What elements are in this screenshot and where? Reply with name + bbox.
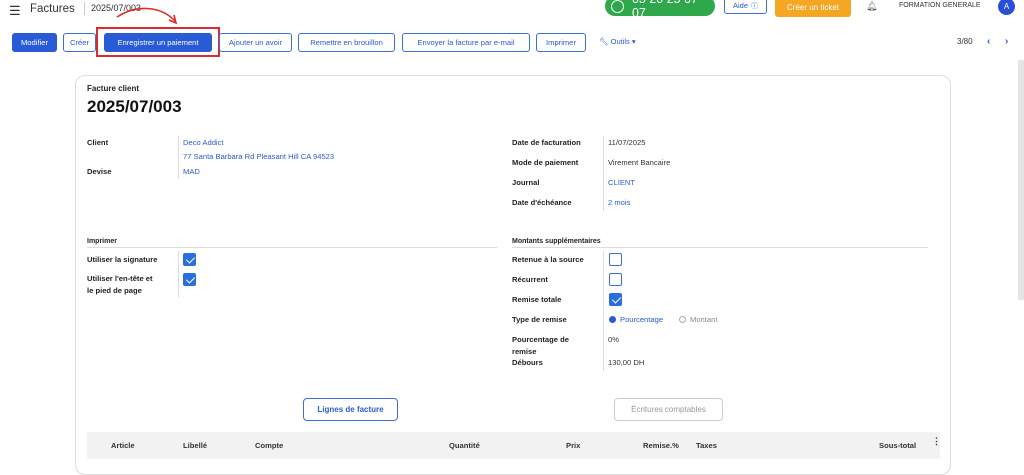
- entete-label: Utiliser l'en-tête et: [87, 274, 153, 283]
- section-title-imprimer: Imprimer: [87, 238, 117, 245]
- invoice-type: Facture client: [87, 84, 140, 93]
- caret-down-icon: ▾: [631, 37, 636, 46]
- divider: [512, 247, 928, 248]
- radio-montant[interactable]: [679, 316, 686, 323]
- debours-label: Débours: [512, 358, 543, 367]
- recurrent-checkbox[interactable]: [609, 273, 622, 286]
- wrench-icon: 🔧︎: [599, 37, 609, 46]
- col-header-quantite: Quantité: [449, 441, 480, 450]
- outils-label: Outils: [610, 37, 630, 46]
- table-header: [87, 432, 940, 459]
- col-header-libelle: Libellé: [183, 441, 208, 450]
- divider: [603, 251, 604, 371]
- phone-number: 05 20 25 07 07: [631, 0, 698, 20]
- date-label: Date de facturation: [512, 138, 581, 147]
- page-title: 2025/07/003: [87, 97, 182, 116]
- company-name[interactable]: FORMATION GENERALE: [899, 2, 981, 9]
- journal-label: Journal: [512, 178, 540, 187]
- type-remise-label: Type de remise: [512, 315, 567, 324]
- date-value[interactable]: 11/07/2025: [608, 138, 645, 147]
- column-options-icon[interactable]: ⋮: [932, 436, 941, 447]
- phone-button[interactable]: 05 20 25 07 07: [605, 0, 715, 20]
- recurrent-label: Récurrent: [512, 275, 548, 284]
- headset-icon: [611, 0, 624, 13]
- debours-value[interactable]: 130,00 DH: [608, 358, 644, 367]
- imprimer-button[interactable]: Imprimer: [536, 33, 586, 52]
- remettre-brouillon-button[interactable]: Remettre en brouillon: [298, 33, 395, 52]
- mode-value[interactable]: Virement Bancaire: [608, 158, 670, 167]
- modifier-button[interactable]: Modifier: [12, 33, 57, 52]
- radio-pourcentage-label[interactable]: Pourcentage: [620, 315, 663, 324]
- scrollbar[interactable]: [1018, 60, 1024, 300]
- help-button[interactable]: Aide ⓘ: [724, 0, 767, 14]
- devise-link[interactable]: MAD: [183, 167, 200, 176]
- signature-checkbox[interactable]: [183, 253, 196, 266]
- avatar[interactable]: A: [998, 0, 1015, 15]
- chevron-right-icon[interactable]: ›: [1005, 36, 1008, 47]
- echeance-label: Date d'échéance: [512, 198, 572, 207]
- section-title-montants: Montants supplémentaires: [512, 238, 601, 245]
- creer-button[interactable]: Créer: [63, 33, 96, 52]
- divider: [84, 2, 85, 15]
- mode-label: Mode de paiement: [512, 158, 579, 167]
- highlight-box: [96, 27, 220, 57]
- help-label: Aide: [732, 1, 748, 10]
- pct-remise-value[interactable]: 0%: [608, 335, 619, 344]
- chevron-left-icon[interactable]: ‹: [987, 36, 990, 47]
- app-title[interactable]: Factures: [30, 3, 75, 15]
- devise-label: Devise: [87, 167, 112, 176]
- entete-label-line2: le pied de page: [87, 286, 142, 295]
- divider: [603, 136, 604, 211]
- client-name-link[interactable]: Deco Addict: [183, 138, 224, 147]
- divider: [178, 251, 179, 297]
- bell-icon[interactable]: 🔔︎: [866, 1, 877, 12]
- echeance-link[interactable]: 2 mois: [608, 198, 630, 207]
- tab-ecritures-comptables[interactable]: Écritures comptables: [614, 398, 723, 421]
- col-header-sous-total: Sous-total: [879, 441, 917, 450]
- divider: [178, 136, 179, 179]
- col-header-compte: Compte: [255, 441, 284, 450]
- client-address-link[interactable]: 77 Santa Barbara Rd Pleasant Hill CA 945…: [183, 152, 334, 161]
- col-header-article: Article: [111, 441, 135, 450]
- divider: [87, 247, 497, 248]
- create-ticket-button[interactable]: Créer un ticket: [775, 0, 851, 17]
- menu-icon[interactable]: ☰: [9, 3, 21, 19]
- col-header-prix: Prix: [566, 441, 581, 450]
- pct-remise-label: Pourcentage de: [512, 335, 569, 344]
- client-label: Client: [87, 138, 109, 147]
- radio-montant-label[interactable]: Montant: [690, 315, 717, 324]
- ajouter-avoir-button[interactable]: Ajouter un avoir: [219, 33, 292, 52]
- retenue-label: Retenue à la source: [512, 255, 584, 264]
- remise-totale-checkbox[interactable]: [609, 293, 622, 306]
- radio-pourcentage[interactable]: [609, 316, 616, 323]
- col-header-taxes: Taxes: [696, 441, 717, 450]
- signature-label: Utiliser la signature: [87, 255, 158, 264]
- journal-link[interactable]: CLIENT: [608, 178, 635, 187]
- tab-lignes-facture[interactable]: Lignes de facture: [303, 398, 398, 421]
- outils-dropdown[interactable]: 🔧︎ Outils ▾: [599, 37, 636, 46]
- retenue-checkbox[interactable]: [609, 253, 622, 266]
- envoyer-email-button[interactable]: Envoyer la facture par e-mail: [402, 33, 530, 52]
- annotation-arrow-icon: [116, 7, 178, 25]
- remise-totale-label: Remise totale: [512, 295, 562, 304]
- pct-remise-label-line2: remise: [512, 347, 537, 356]
- help-circle-icon: ⓘ: [751, 2, 758, 10]
- col-header-remise: Remise.%: [643, 441, 679, 450]
- entete-checkbox[interactable]: [183, 273, 196, 286]
- pager-counter: 3/80: [957, 37, 973, 46]
